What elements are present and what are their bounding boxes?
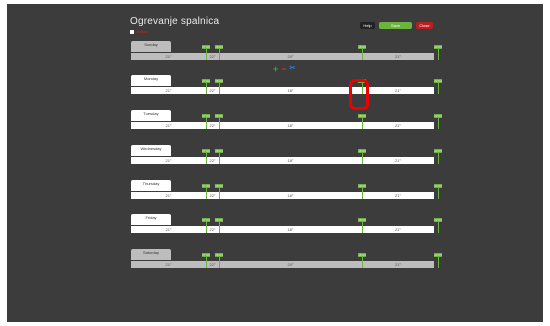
temperature-segment[interactable]: 22° bbox=[206, 122, 219, 129]
temperature-segment[interactable]: 22° bbox=[206, 53, 219, 60]
split-icon[interactable]: ✂ bbox=[290, 65, 296, 73]
page-title: Ogrevanje spalnica bbox=[130, 16, 220, 27]
time-marker-label[interactable]: 08:00 bbox=[215, 218, 223, 222]
day-tab-monday[interactable]: Monday bbox=[131, 75, 171, 86]
day-row-tuesday: Tuesday 21° 22° 18° 21° 07:00 08:00 18:00 22:00 bbox=[7, 110, 543, 134]
temperature-segment[interactable]: 22° bbox=[206, 87, 219, 94]
day-row-thursday: Thursday 21° 22° 18° 21° 07:00 08:00 18:00 22:00 bbox=[7, 180, 543, 204]
help-button[interactable]: Help bbox=[360, 22, 375, 29]
status-line: Status bbox=[130, 29, 147, 34]
temperature-segment[interactable]: 21° bbox=[131, 157, 206, 164]
time-marker-label[interactable]: 07:00 bbox=[202, 184, 210, 188]
time-marker-label[interactable]: 08:00 bbox=[215, 45, 223, 49]
time-marker-label[interactable]: 08:00 bbox=[215, 149, 223, 153]
time-marker-label[interactable]: 22:00 bbox=[434, 114, 442, 118]
time-marker-label[interactable]: 07:00 bbox=[202, 149, 210, 153]
temperature-segment[interactable]: 18° bbox=[219, 192, 362, 199]
temperature-segment[interactable]: 21° bbox=[131, 122, 206, 129]
time-marker-label[interactable]: 08:00 bbox=[215, 253, 223, 257]
time-marker-label[interactable]: 07:00 bbox=[202, 218, 210, 222]
day-row-sunday: Sunday 21° 22° 20° 21° 07:00 08:00 18:00 22:00 bbox=[7, 41, 543, 65]
time-marker-label[interactable]: 07:00 bbox=[202, 253, 210, 257]
time-marker-label[interactable]: 18:00 bbox=[358, 45, 366, 49]
temperature-segment[interactable]: 20° bbox=[219, 53, 362, 60]
temperature-segment[interactable]: 21° bbox=[362, 122, 434, 129]
time-marker-label[interactable]: 18:00 bbox=[358, 253, 366, 257]
day-timeline[interactable]: 21° 22° 18° 21° bbox=[131, 157, 434, 164]
temperature-segment[interactable]: 18° bbox=[219, 87, 362, 94]
temperature-segment[interactable]: 21° bbox=[362, 157, 434, 164]
day-timeline[interactable]: 21° 22° 18° 21° bbox=[131, 87, 434, 94]
time-marker-label[interactable]: 07:00 bbox=[202, 79, 210, 83]
temperature-segment[interactable]: 21° bbox=[131, 53, 206, 60]
time-marker-label[interactable]: 07:00 bbox=[202, 114, 210, 118]
day-tab-friday[interactable]: Friday bbox=[131, 214, 171, 225]
time-marker-label[interactable]: 18:00 bbox=[358, 218, 366, 222]
segment-tools: + − ✂ bbox=[273, 65, 296, 74]
time-marker-label[interactable]: 08:00 bbox=[215, 79, 223, 83]
add-icon[interactable]: + bbox=[273, 65, 278, 74]
temperature-segment[interactable]: 21° bbox=[131, 226, 206, 233]
status-label: Status bbox=[136, 29, 148, 34]
time-marker-label[interactable]: 22:00 bbox=[434, 184, 442, 188]
temperature-segment[interactable]: 21° bbox=[131, 261, 206, 268]
highlight-annotation bbox=[349, 79, 369, 110]
time-marker-label[interactable]: 22:00 bbox=[434, 79, 442, 83]
temperature-segment[interactable]: 22° bbox=[206, 157, 219, 164]
temperature-segment[interactable]: 22° bbox=[206, 192, 219, 199]
day-tab-saturday[interactable]: Saturday bbox=[131, 249, 171, 260]
temperature-segment[interactable]: 21° bbox=[362, 261, 434, 268]
temperature-segment[interactable]: 18° bbox=[219, 226, 362, 233]
day-timeline[interactable]: 21° 22° 18° 21° bbox=[131, 122, 434, 129]
temperature-segment[interactable]: 18° bbox=[219, 122, 362, 129]
temperature-segment[interactable]: 22° bbox=[206, 261, 219, 268]
close-button[interactable]: Close bbox=[416, 22, 433, 29]
status-checkbox[interactable] bbox=[130, 29, 134, 34]
time-marker-label[interactable]: 18:00 bbox=[358, 149, 366, 153]
temperature-segment[interactable]: 22° bbox=[206, 226, 219, 233]
day-row-monday: Monday 21° 22° 18° 21° 07:00 08:00 18:00 22:00 bbox=[7, 75, 543, 99]
time-marker-label[interactable]: 08:00 bbox=[215, 114, 223, 118]
day-timeline[interactable]: 21° 22° 20° 21° bbox=[131, 53, 434, 60]
temperature-segment[interactable]: 21° bbox=[362, 53, 434, 60]
save-button[interactable]: Save bbox=[379, 22, 412, 29]
day-tab-tuesday[interactable]: Tuesday bbox=[131, 110, 171, 121]
scheduler-window: Ogrevanje spalnica Status Help Save Clos… bbox=[7, 4, 543, 322]
day-row-friday: Friday 21° 22° 18° 21° 07:00 08:00 18:00 22:00 bbox=[7, 214, 543, 238]
temperature-segment[interactable]: 21° bbox=[362, 226, 434, 233]
day-tab-sunday[interactable]: Sunday bbox=[131, 41, 171, 52]
temperature-segment[interactable]: 20° bbox=[219, 261, 362, 268]
time-marker-label[interactable]: 22:00 bbox=[434, 45, 442, 49]
day-row-saturday: Saturday 21° 22° 20° 21° 07:00 08:00 18:00 22:00 bbox=[7, 249, 543, 273]
temperature-segment[interactable]: 21° bbox=[362, 192, 434, 199]
time-marker-label[interactable]: 22:00 bbox=[434, 218, 442, 222]
day-timeline[interactable]: 21° 22° 18° 21° bbox=[131, 226, 434, 233]
time-marker-label[interactable]: 22:00 bbox=[434, 253, 442, 257]
day-tab-thursday[interactable]: Thursday bbox=[131, 180, 171, 191]
time-marker-label[interactable]: 22:00 bbox=[434, 149, 442, 153]
time-marker-label[interactable]: 07:00 bbox=[202, 45, 210, 49]
temperature-segment[interactable]: 18° bbox=[219, 157, 362, 164]
temperature-segment[interactable]: 21° bbox=[131, 87, 206, 94]
day-timeline[interactable]: 21° 22° 18° 21° bbox=[131, 192, 434, 199]
time-marker-label[interactable]: 18:00 bbox=[358, 184, 366, 188]
day-timeline[interactable]: 21° 22° 20° 21° bbox=[131, 261, 434, 268]
temperature-segment[interactable]: 21° bbox=[362, 87, 434, 94]
time-marker-label[interactable]: 18:00 bbox=[358, 114, 366, 118]
remove-icon[interactable]: − bbox=[281, 65, 286, 74]
day-tab-wednesday[interactable]: Wednesday bbox=[131, 145, 171, 156]
time-marker-label[interactable]: 08:00 bbox=[215, 184, 223, 188]
temperature-segment[interactable]: 21° bbox=[131, 192, 206, 199]
day-row-wednesday: Wednesday 21° 22° 18° 21° 07:00 08:00 18:00 22:0… bbox=[7, 145, 543, 169]
